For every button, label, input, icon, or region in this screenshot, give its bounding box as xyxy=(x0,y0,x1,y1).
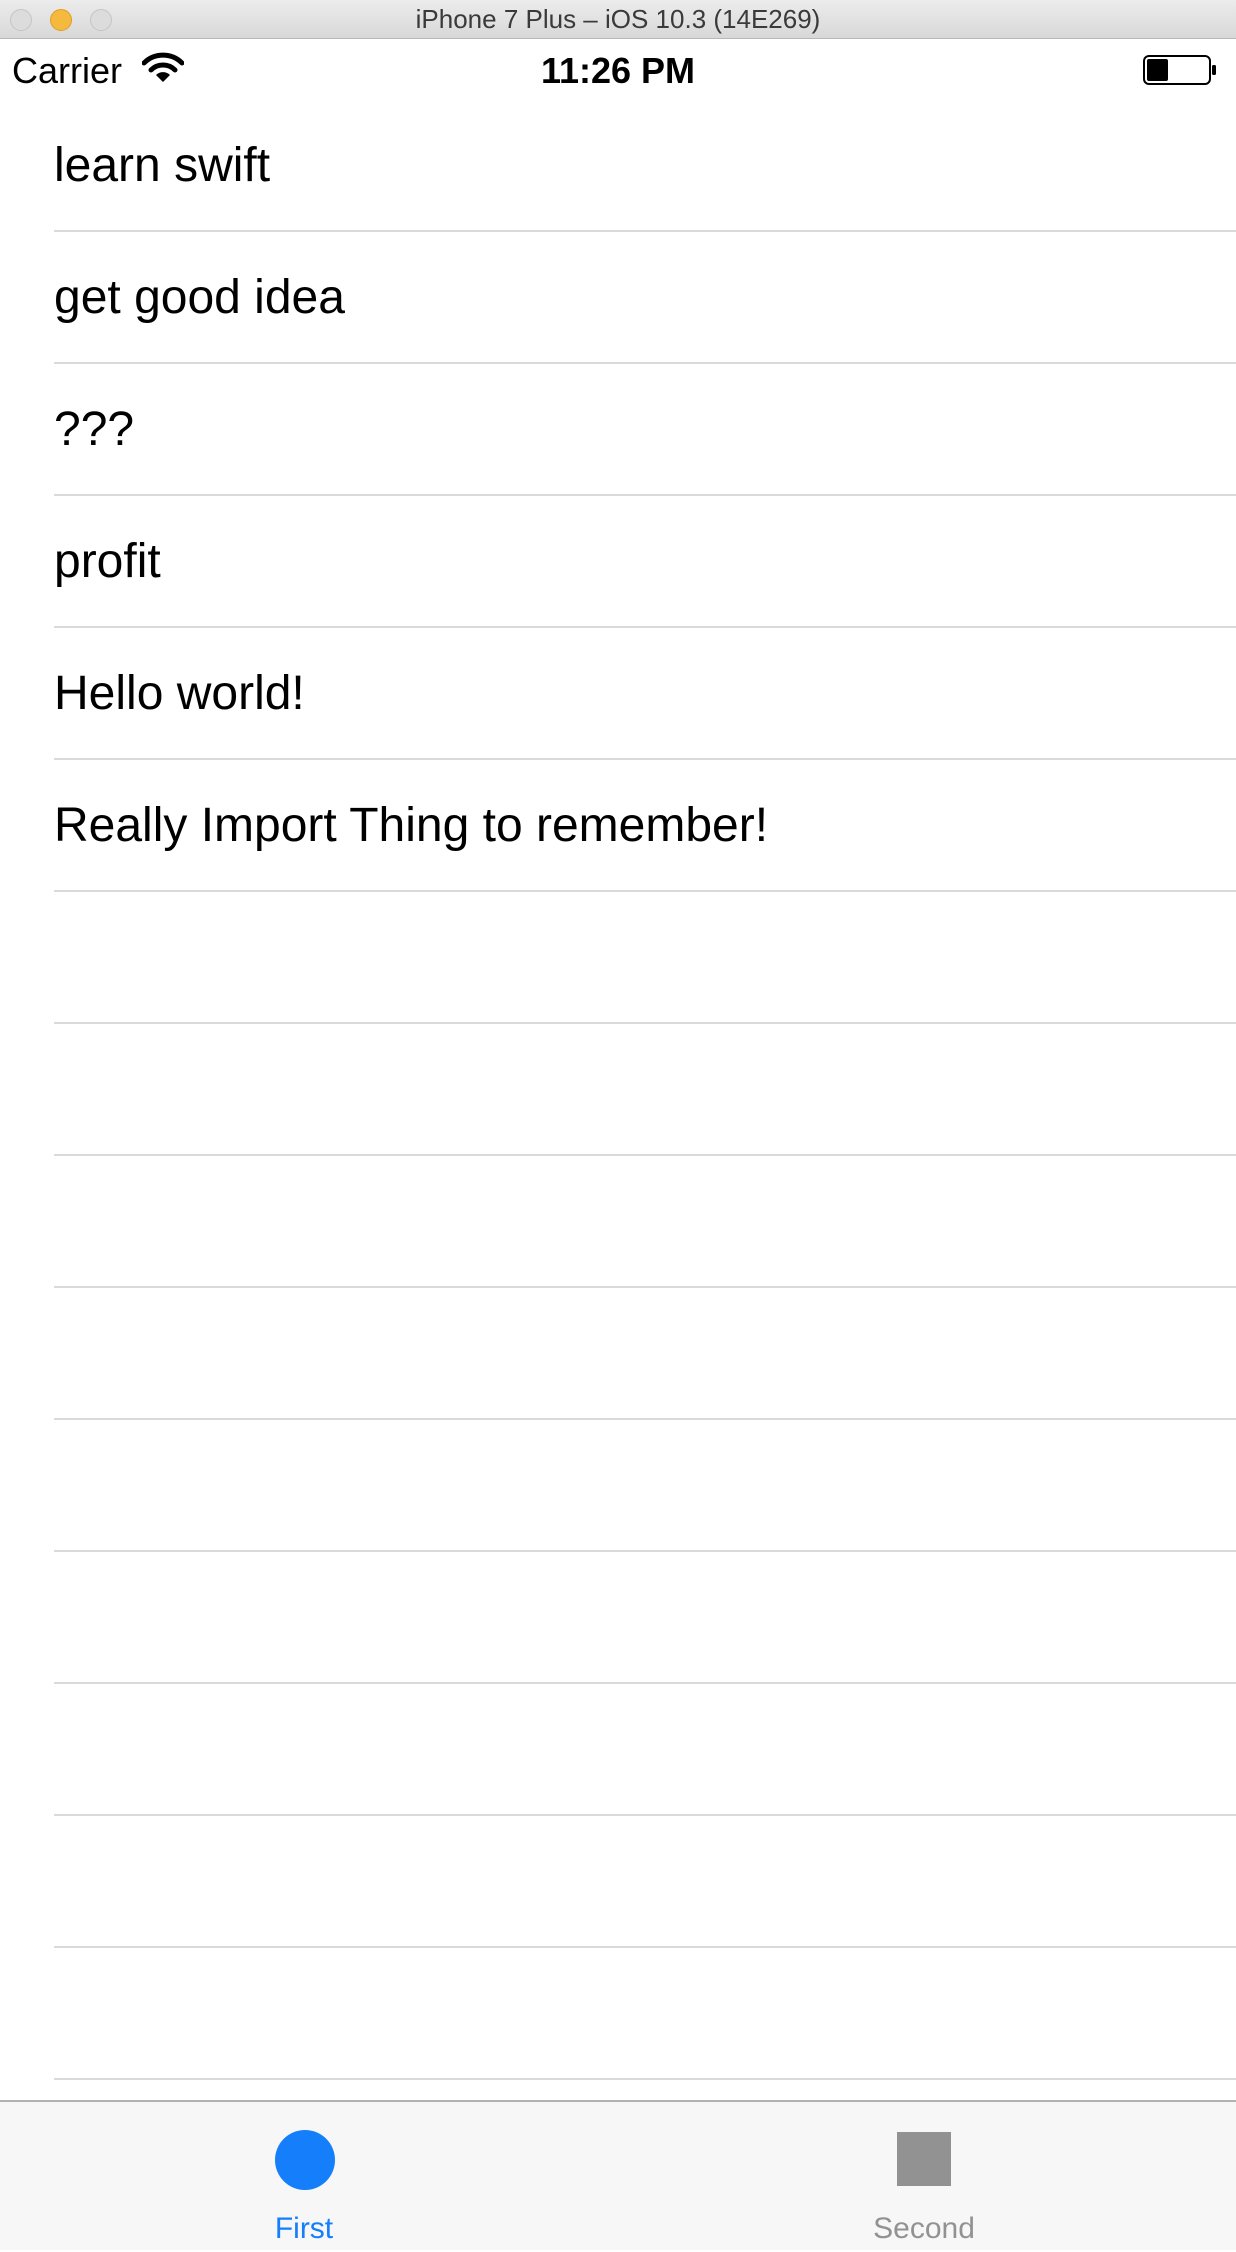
row-label: get good idea xyxy=(54,271,345,324)
battery-icon xyxy=(1143,55,1216,85)
square-icon xyxy=(897,2132,951,2186)
table-row[interactable] xyxy=(0,1420,1236,1552)
table-row[interactable] xyxy=(0,892,1236,1024)
row-label: Hello world! xyxy=(54,667,305,720)
table-row[interactable] xyxy=(0,1816,1236,1948)
row-label: learn swift xyxy=(54,139,271,192)
circle-icon xyxy=(275,2130,335,2190)
tab-second[interactable]: Second xyxy=(774,2102,1074,2252)
status-time: 11:26 PM xyxy=(540,50,696,91)
table-row[interactable]: Hello world! xyxy=(0,628,1236,760)
simulator-title-bar: iPhone 7 Plus – iOS 10.3 (14E269) xyxy=(0,0,1236,39)
table-row[interactable]: Really Import Thing to remember! xyxy=(0,760,1236,892)
row-separator xyxy=(54,2078,1236,2080)
tab-first[interactable]: First xyxy=(154,2102,454,2252)
row-label: Really Import Thing to remember! xyxy=(54,799,769,852)
table-row[interactable] xyxy=(0,1024,1236,1156)
table-row[interactable] xyxy=(0,1684,1236,1816)
window-title: iPhone 7 Plus – iOS 10.3 (14E269) xyxy=(415,4,821,34)
table-row[interactable]: profit xyxy=(0,496,1236,628)
table-row[interactable] xyxy=(0,1552,1236,1684)
tab-first-label: First xyxy=(274,2212,334,2245)
tab-bar: First Second xyxy=(0,2100,1236,2250)
tab-second-label: Second xyxy=(873,2212,975,2245)
status-bar: Carrier 11:26 PM xyxy=(0,38,1236,106)
todo-table[interactable]: learn swift get good idea??? profit Hello w… xyxy=(0,100,1236,2080)
table-row[interactable]: ??? xyxy=(0,364,1236,496)
table-row[interactable] xyxy=(0,1948,1236,2080)
table-row[interactable] xyxy=(0,1288,1236,1420)
table-row[interactable]: learn swift xyxy=(0,100,1236,232)
row-label: ??? xyxy=(54,403,135,456)
table-row[interactable]: get good idea xyxy=(0,232,1236,364)
row-label: profit xyxy=(54,535,161,588)
table-row[interactable] xyxy=(0,1156,1236,1288)
